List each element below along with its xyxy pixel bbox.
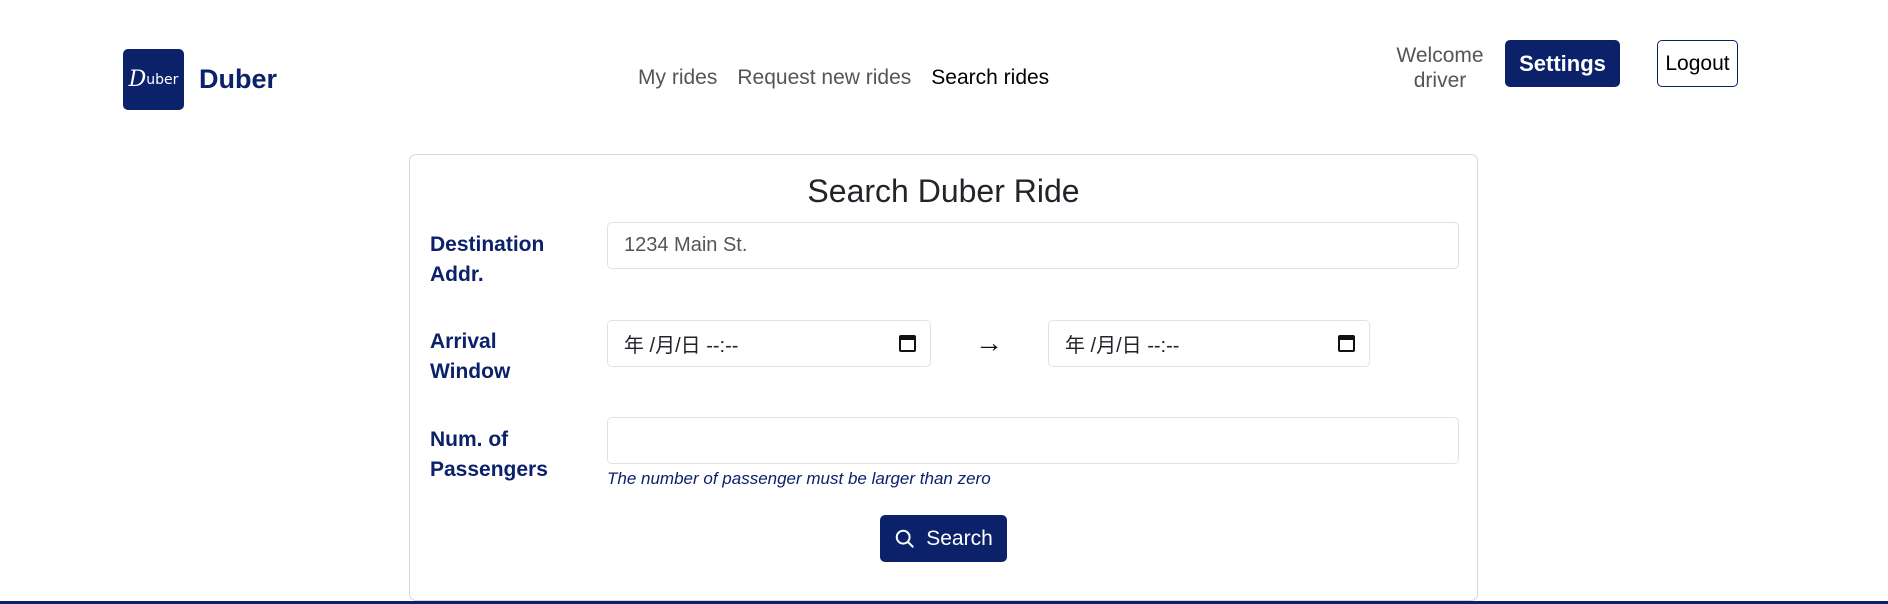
destination-label: Destination Addr.	[430, 230, 544, 290]
arrow-right-icon: →	[975, 327, 1003, 358]
passengers-label-line1: Num. of	[430, 428, 509, 451]
arrival-start-datetime-input[interactable]: 年 /月/日 --:--	[607, 320, 931, 367]
arrival-end-placeholder: 年 /月/日 --:--	[1065, 335, 1180, 357]
main-nav: My rides Request new rides Search rides	[638, 66, 1049, 90]
passengers-hint: The number of passenger must be larger t…	[607, 469, 991, 488]
nav-search-rides[interactable]: Search rides	[931, 66, 1049, 90]
welcome-line: Welcome	[1396, 44, 1484, 67]
logout-button[interactable]: Logout	[1657, 40, 1738, 87]
logo-suffix: uber	[146, 71, 179, 88]
logo-letter: D	[128, 67, 147, 92]
nav-my-rides[interactable]: My rides	[638, 66, 717, 90]
brand-name: Duber	[199, 64, 278, 94]
destination-input[interactable]: 1234 Main St.	[607, 222, 1459, 269]
settings-button[interactable]: Settings	[1505, 40, 1620, 87]
destination-label-line1: Destination	[430, 233, 545, 256]
username: driver	[1413, 69, 1467, 92]
search-button[interactable]: Search	[880, 515, 1007, 562]
passengers-label: Num. of Passengers	[430, 425, 548, 485]
destination-label-line2: Addr.	[430, 263, 484, 286]
search-ride-card: Search Duber Ride Destination Addr. 1234…	[409, 154, 1478, 601]
calendar-icon[interactable]	[1338, 335, 1355, 352]
nav-request-new-rides[interactable]: Request new rides	[737, 66, 911, 90]
page-title: Search Duber Ride	[807, 173, 1080, 209]
logo: Duber	[123, 49, 184, 110]
brand[interactable]: Duber Duber	[123, 49, 277, 110]
passengers-label-line2: Passengers	[430, 458, 548, 481]
arrival-label-line1: Arrival	[430, 330, 497, 353]
arrival-end-datetime-input[interactable]: 年 /月/日 --:--	[1048, 320, 1370, 367]
arrival-window-label: Arrival Window	[430, 327, 510, 387]
welcome-text: Welcome driver	[1390, 43, 1490, 93]
passengers-input[interactable]	[607, 417, 1459, 464]
arrival-label-line2: Window	[430, 360, 511, 383]
calendar-icon[interactable]	[899, 335, 916, 352]
arrival-start-placeholder: 年 /月/日 --:--	[624, 335, 739, 357]
search-button-label: Search	[926, 526, 993, 550]
search-icon	[895, 529, 915, 548]
